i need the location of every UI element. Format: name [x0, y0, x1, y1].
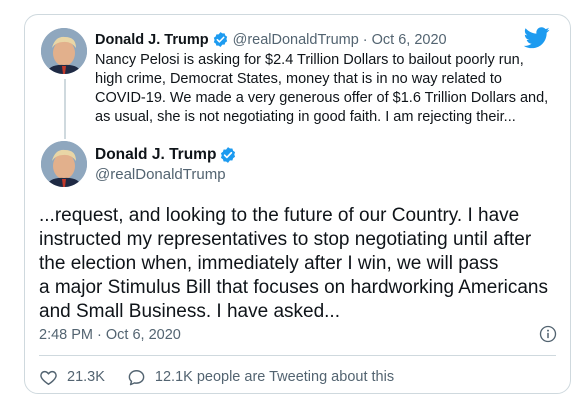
main-tweet-author: Donald J. Trump: [95, 146, 241, 164]
main-text-line: instructed my representatives to stop ne…: [39, 229, 532, 250]
tweet-card[interactable]: Donald J. Trump @realDonaldTrump · Oct 6…: [24, 14, 571, 394]
main-text-line: and Small Business. I have asked...: [39, 301, 340, 322]
quoted-tweet-text: Nancy Pelosi is asking for $2.4 Trillion…: [95, 51, 555, 127]
speech-bubble-icon: [128, 369, 145, 385]
quoted-tweet-header: Donald J. Trump @realDonaldTrump · Oct 6…: [95, 31, 447, 48]
avatar-quoted[interactable]: [41, 28, 87, 74]
divider: [39, 355, 556, 356]
tweet-timestamp[interactable]: 2:48 PM · Oct 6, 2020: [39, 327, 181, 343]
quoted-text-line: COVID-19. We made a very generous offer …: [95, 90, 549, 106]
twitter-bird-icon[interactable]: [524, 27, 550, 49]
main-text-line: the election when, immediately after I w…: [39, 253, 499, 274]
quoted-text-line: as usual, she is not negotiating in good…: [95, 109, 516, 125]
header-separator: ·: [362, 31, 368, 48]
tweeting-about-button[interactable]: 12.1K people are Tweeting about this: [127, 368, 394, 387]
main-tweet-text: ...request, and looking to the future of…: [39, 204, 569, 324]
tweeting-count-text: 12.1K people are Tweeting about this: [154, 369, 395, 385]
quoted-author-name[interactable]: Donald J. Trump: [95, 32, 209, 48]
thread-connector-line: [64, 79, 66, 139]
verified-badge-icon: [221, 147, 236, 163]
quoted-author-handle[interactable]: @realDonaldTrump: [233, 32, 359, 48]
tweet-actions: 21.3K 12.1K people are Tweeting about th…: [39, 366, 394, 388]
main-author-name[interactable]: Donald J. Trump: [95, 146, 216, 164]
main-text-line: a major Stimulus Bill that focuses on ha…: [39, 277, 549, 298]
main-text-line: ...request, and looking to the future of…: [39, 205, 520, 226]
quoted-text-line: Nancy Pelosi is asking for $2.4 Trillion…: [95, 52, 524, 68]
avatar-main[interactable]: [41, 141, 87, 187]
quoted-text-line: high crime, Democrat States, money that …: [95, 71, 502, 87]
verified-badge-icon: [213, 32, 227, 47]
main-author-handle[interactable]: @realDonaldTrump: [95, 166, 226, 183]
heart-icon: [40, 370, 57, 385]
like-button[interactable]: 21.3K: [39, 368, 105, 387]
like-count: 21.3K: [67, 369, 105, 385]
info-icon[interactable]: [539, 325, 557, 343]
quoted-date[interactable]: Oct 6, 2020: [372, 32, 447, 48]
